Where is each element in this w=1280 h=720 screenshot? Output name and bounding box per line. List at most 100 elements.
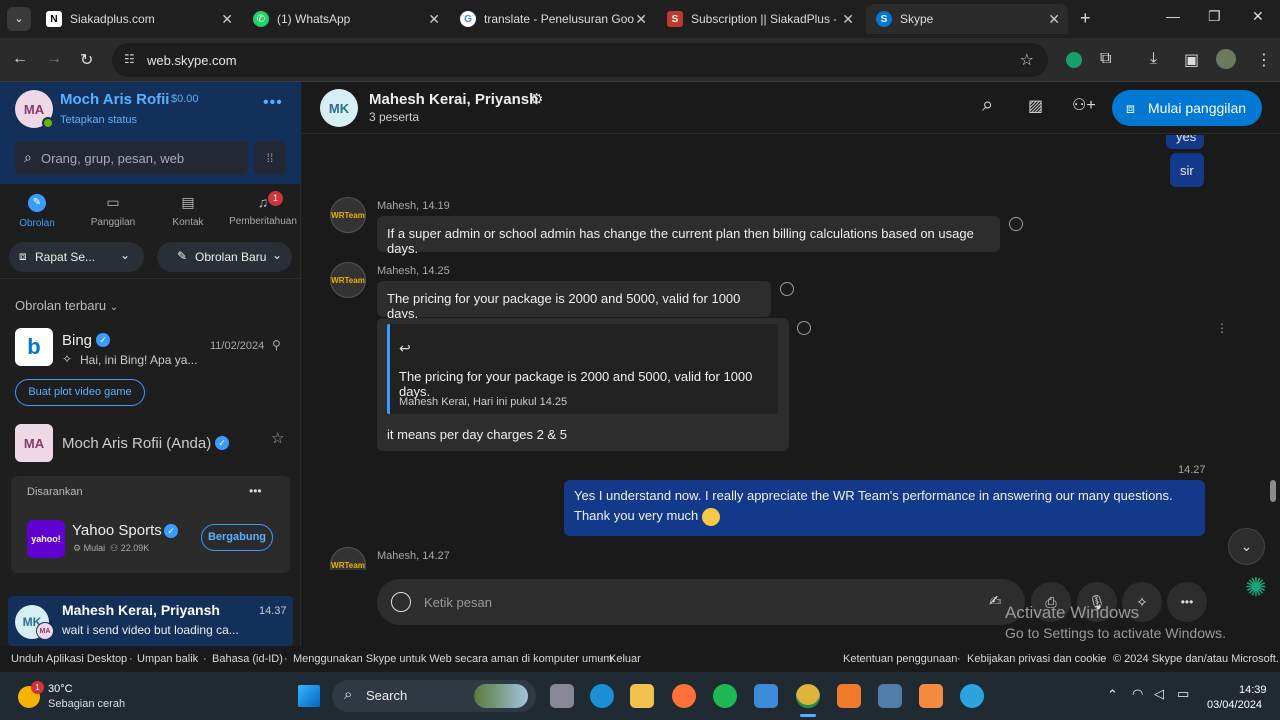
extension-icon[interactable]: [1066, 52, 1082, 68]
download-icon[interactable]: ⤓: [1150, 50, 1157, 68]
close-window-icon[interactable]: ✕: [1252, 8, 1264, 25]
dialpad-icon[interactable]: ⁞⁞: [254, 141, 286, 175]
side-panel-icon[interactable]: ▣: [1184, 50, 1199, 70]
forward-icon[interactable]: →: [46, 50, 62, 68]
footer-link[interactable]: Bahasa (id-ID): [212, 653, 283, 665]
chat-title[interactable]: Mahesh Kerai, Priyansh: [369, 91, 538, 108]
chat-item-active[interactable]: MK MA Mahesh Kerai, Priyansh 14.37 wait …: [8, 596, 293, 646]
participants-count[interactable]: 3 peserta: [369, 110, 419, 124]
more-options-icon[interactable]: •••: [263, 94, 283, 112]
wifi-icon[interactable]: ◠: [1132, 686, 1143, 702]
photos-icon[interactable]: [878, 684, 902, 708]
sender-avatar[interactable]: WRTeam: [330, 547, 366, 570]
profile-avatar[interactable]: MA: [15, 90, 54, 129]
weather-widget[interactable]: 1 30°C Sebagian cerah: [18, 680, 138, 714]
search-icon[interactable]: ⌕: [982, 94, 993, 117]
close-tab-icon[interactable]: ✕: [428, 11, 440, 28]
pin-icon[interactable]: ⚲: [272, 338, 281, 352]
footer-link[interactable]: Unduh Aplikasi Desktop: [11, 653, 127, 665]
battery-icon[interactable]: ▭: [1177, 686, 1189, 702]
star-icon[interactable]: ☆: [271, 429, 284, 447]
join-button[interactable]: Bergabung: [201, 524, 273, 551]
add-people-icon[interactable]: ⚇+: [1072, 95, 1096, 115]
react-emoji-icon[interactable]: [797, 321, 811, 335]
tab-siakadplus[interactable]: N Siakadplus.com ✕: [36, 4, 241, 34]
file-explorer-icon[interactable]: [630, 684, 654, 708]
settings-gear-icon[interactable]: ⚙: [530, 90, 543, 108]
tab-google-translate[interactable]: G translate - Penelusuran Goo ✕: [450, 4, 655, 34]
firefox-icon[interactable]: [672, 684, 696, 708]
minimize-icon[interactable]: —: [1166, 8, 1180, 24]
spotify-icon[interactable]: [713, 684, 737, 708]
footer-link[interactable]: Menggunakan Skype untuk Web secara aman …: [293, 653, 613, 665]
recent-chats-header[interactable]: Obrolan terbaru ⌄: [15, 298, 118, 313]
scrollbar-thumb[interactable]: [1270, 480, 1276, 502]
url-bar[interactable]: ☷ web.skype.com ☆: [112, 43, 1048, 77]
telegram-icon[interactable]: [960, 684, 984, 708]
clock-time[interactable]: 14:39: [1239, 684, 1267, 696]
chat-item-bing[interactable]: b Bing ✓ 11/02/2024 ⚲ ✧ Hai, ini Bing! A…: [0, 322, 301, 378]
footer-link[interactable]: Kebijakan privasi dan cookie: [967, 653, 1106, 665]
group-avatar[interactable]: MK: [320, 89, 358, 127]
close-tab-icon[interactable]: ✕: [635, 11, 647, 28]
new-chat-button[interactable]: ✎ Obrolan Baru ⌄: [157, 242, 292, 272]
gallery-icon[interactable]: ▨: [1028, 96, 1043, 116]
reload-icon[interactable]: ↻: [80, 50, 93, 70]
compose-bar[interactable]: Ketik pesan ✍: [377, 579, 1025, 625]
bing-suggestion-chip[interactable]: Buat plot video game: [15, 379, 145, 406]
outgoing-bubble[interactable]: Yes I understand now. I really appreciat…: [564, 480, 1205, 536]
footer-link[interactable]: Keluar: [609, 653, 641, 665]
profile-avatar-icon[interactable]: [1216, 49, 1236, 69]
xampp-icon[interactable]: [837, 684, 861, 708]
new-tab-icon[interactable]: +: [1080, 8, 1091, 29]
close-tab-icon[interactable]: ✕: [842, 11, 854, 28]
react-emoji-icon[interactable]: [780, 282, 794, 296]
emoji-picker-icon[interactable]: [391, 592, 411, 612]
tab-skype[interactable]: S Skype ✕: [866, 4, 1068, 34]
nav-panggilan[interactable]: ▭ Panggilan: [88, 194, 138, 228]
taskbar-search[interactable]: ⌕ Search: [332, 680, 536, 712]
nav-kontak[interactable]: ▤ Kontak: [166, 194, 210, 228]
message-more-icon[interactable]: ⋮: [1216, 321, 1228, 335]
sender-avatar[interactable]: WRTeam: [330, 197, 366, 233]
close-tab-icon[interactable]: ✕: [221, 11, 233, 28]
tab-list-button[interactable]: ⌄: [7, 7, 31, 31]
reply-bubble[interactable]: ↩ The pricing for your package is 2000 a…: [377, 318, 789, 451]
incoming-bubble[interactable]: If a super admin or school admin has cha…: [377, 216, 1000, 256]
extensions-puzzle-icon[interactable]: ⧉: [1100, 50, 1111, 68]
browser-menu-icon[interactable]: ⋮: [1256, 50, 1272, 70]
meet-now-button[interactable]: ⧈ Rapat Se... ⌄: [9, 242, 144, 272]
chrome-icon[interactable]: [796, 684, 820, 708]
nav-pemberitahuan[interactable]: ♫ 1 Pemberitahuan: [228, 191, 298, 227]
close-tab-icon[interactable]: ✕: [1048, 11, 1060, 28]
incoming-bubble[interactable]: The pricing for your package is 2000 and…: [377, 281, 771, 321]
show-hidden-icons[interactable]: ⌃: [1107, 687, 1118, 703]
site-info-icon[interactable]: ☷: [124, 52, 135, 66]
back-icon[interactable]: ←: [12, 50, 28, 68]
draw-icon[interactable]: ✍: [989, 592, 1002, 610]
message-input[interactable]: Ketik pesan: [424, 595, 492, 610]
footer-link[interactable]: Ketentuan penggunaan: [843, 653, 957, 665]
nav-obrolan[interactable]: ✎ Obrolan: [14, 194, 60, 229]
start-call-button[interactable]: ⧈ Mulai panggilan: [1112, 90, 1262, 126]
clock-date[interactable]: 03/04/2024: [1207, 699, 1262, 711]
more-options-icon[interactable]: •••: [249, 484, 262, 498]
sublime-icon[interactable]: [919, 684, 943, 708]
task-view-icon[interactable]: [550, 684, 574, 708]
footer-link[interactable]: Umpan balik: [137, 653, 198, 665]
start-icon[interactable]: [298, 685, 320, 707]
profile-name[interactable]: Moch Aris Rofii: [60, 91, 169, 108]
bookmark-star-icon[interactable]: ☆: [1020, 50, 1034, 70]
chatgpt-extension-icon[interactable]: ✺: [1245, 572, 1267, 603]
tab-whatsapp[interactable]: ✆ (1) WhatsApp ✕: [243, 4, 448, 34]
set-status-link[interactable]: Tetapkan status: [60, 114, 137, 126]
search-input[interactable]: ⌕ Orang, grup, pesan, web: [15, 141, 248, 175]
store-icon[interactable]: [754, 684, 778, 708]
react-emoji-icon[interactable]: [1009, 217, 1023, 231]
edge-icon[interactable]: [590, 684, 614, 708]
restore-icon[interactable]: ❐: [1208, 8, 1221, 25]
scroll-to-bottom-button[interactable]: ⌄: [1228, 528, 1265, 565]
quoted-message[interactable]: ↩ The pricing for your package is 2000 a…: [387, 324, 778, 414]
sender-avatar[interactable]: WRTeam: [330, 262, 366, 298]
tab-subscription[interactable]: S Subscription || SiakadPlus - S ✕: [657, 4, 862, 34]
